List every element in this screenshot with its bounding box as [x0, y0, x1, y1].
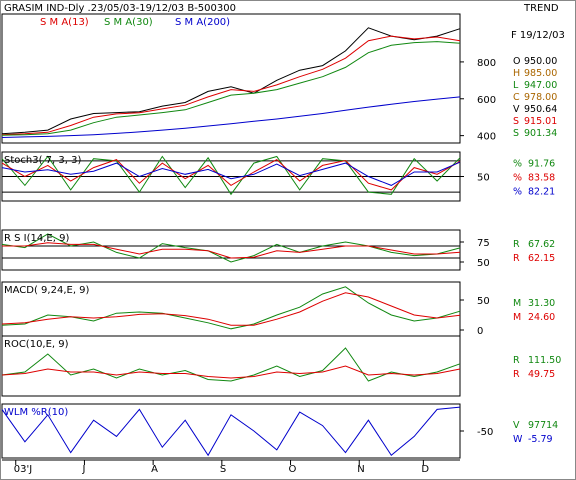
panel-stochastic-reading-label-2: %: [513, 187, 522, 198]
panel-williams-reading-label-0: V: [513, 420, 520, 431]
panel-stochastic-title: Stoch3( 7, 3, 3): [4, 155, 81, 166]
ohlc-value-4: 950.64: [524, 104, 557, 115]
ohlc-value-2: 947.00: [524, 80, 557, 91]
ohlc-label-0: O: [513, 56, 520, 67]
panel-williams-ytick-label-0: -50: [477, 427, 493, 438]
panel-williams-title: WLM %R(10): [4, 407, 68, 418]
panel-stochastic-reading-value-0: 91.76: [528, 159, 555, 170]
ohlc-value-6: 901.34: [524, 128, 557, 139]
x-axis-label-0: 03'J: [14, 464, 32, 475]
date-label: F 19/12/03: [511, 30, 565, 41]
ohlc-label-5: S: [513, 116, 519, 127]
panel-stochastic-reading-value-2: 82.21: [528, 187, 555, 198]
panel-roc-reading-label-0: R: [513, 355, 520, 366]
panel-stochastic-reading-label-0: %: [513, 159, 522, 170]
panel-roc-reading-value-0: 111.50: [528, 355, 561, 366]
ohlc-value-1: 985.00: [524, 68, 557, 79]
panel-williams-reading-value-1: -5.79: [528, 434, 553, 445]
ohlc-label-1: H: [513, 68, 520, 79]
legend-sma13: S M A(13): [40, 17, 89, 28]
panel-price-ytick-label-1: 600: [477, 95, 496, 106]
x-axis-label-4: O: [289, 464, 297, 475]
panel-stochastic-reading-value-1: 83.58: [528, 173, 555, 184]
x-axis-label-2: A: [151, 464, 158, 475]
stock-chart: GRASIM IND-Dly .23/05/03-19/12/03 B-5003…: [0, 0, 576, 480]
panel-macd-ytick-label-0: 50: [477, 296, 490, 307]
panel-williams-reading-label-1: W: [513, 434, 523, 445]
ohlc-label-2: L: [513, 80, 519, 91]
legend-sma30: S M A(30): [104, 17, 153, 28]
ohlc-value-0: 950.00: [524, 56, 557, 67]
x-axis-label-6: D: [421, 464, 429, 475]
panel-williams-reading-value-0: 97714: [528, 420, 558, 431]
panel-rsi-ytick-label-1: 50: [477, 258, 490, 269]
panel-rsi-reading-label-1: R: [513, 253, 520, 264]
panel-stochastic-ytick-label-0: 50: [477, 173, 490, 184]
ohlc-value-3: 978.00: [524, 92, 557, 103]
x-axis-label-5: N: [357, 464, 364, 475]
panel-macd-reading-label-1: M: [513, 312, 521, 323]
panel-stochastic-reading-label-1: %: [513, 173, 522, 184]
panel-macd-reading-label-0: M: [513, 298, 521, 309]
panel-macd-reading-value-1: 24.60: [528, 312, 555, 323]
panel-price-ytick-label-2: 800: [477, 58, 496, 69]
panel-roc-reading-label-1: R: [513, 369, 520, 380]
panel-rsi-title: R S I(14,E, 9): [4, 233, 69, 244]
panel-rsi-reading-value-0: 67.62: [528, 239, 555, 250]
chart-title: GRASIM IND-Dly .23/05/03-19/12/03 B-5003…: [4, 3, 236, 14]
panel-rsi-ytick-label-0: 75: [477, 238, 490, 249]
panel-roc-reading-value-1: 49.75: [528, 369, 555, 380]
panel-roc-title: ROC(10,E, 9): [4, 339, 69, 350]
panel-rsi-reading-value-1: 62.15: [528, 253, 555, 264]
ohlc-label-3: C: [513, 92, 520, 103]
panel-rsi-reading-label-0: R: [513, 239, 520, 250]
panel-macd-reading-value-0: 31.30: [528, 298, 555, 309]
trend-label: TREND: [523, 3, 559, 14]
x-axis-label-3: S: [220, 464, 226, 475]
panel-macd-ytick-label-1: 0: [477, 326, 483, 337]
legend-sma200: S M A(200): [175, 17, 230, 28]
panel-price-ytick-label-0: 400: [477, 132, 496, 143]
ohlc-label-6: S: [513, 128, 519, 139]
ohlc-value-5: 915.01: [524, 116, 557, 127]
x-axis-label-1: J: [81, 464, 85, 475]
panel-macd-title: MACD( 9,24,E, 9): [4, 285, 90, 296]
ohlc-label-4: V: [513, 104, 520, 115]
